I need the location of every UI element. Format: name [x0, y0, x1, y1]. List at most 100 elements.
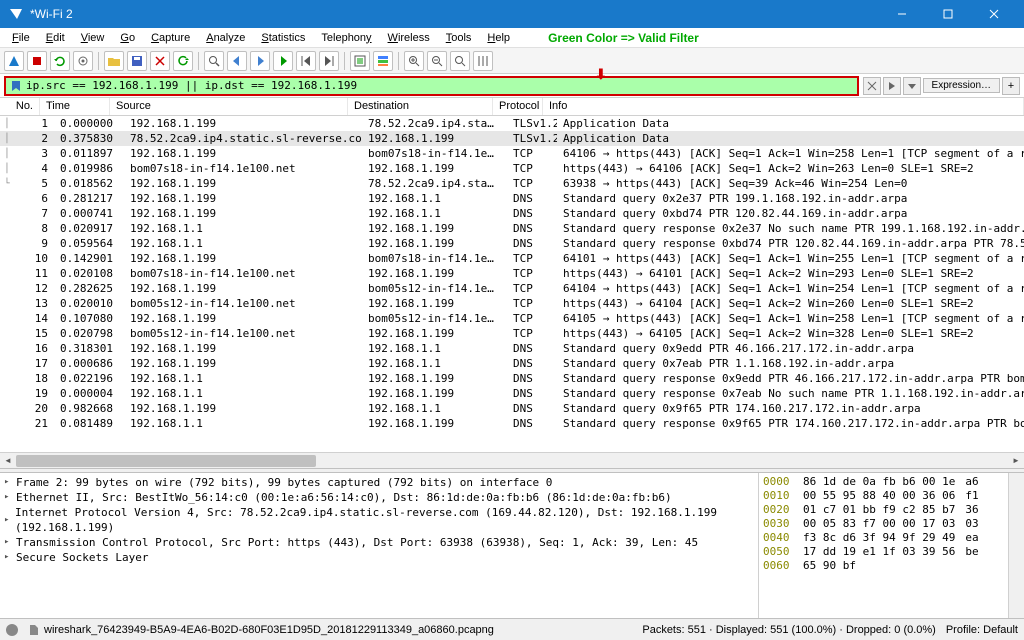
menu-go[interactable]: Go	[112, 30, 143, 46]
packet-row[interactable]: │30.011897192.168.1.199bom07s18-in-f14.1…	[0, 146, 1024, 161]
bookmark-icon[interactable]	[10, 80, 22, 92]
hex-row[interactable]: 0040f3 8c d6 3f 94 9f 29 49ea	[763, 531, 1004, 545]
packet-row[interactable]: 180.022196192.168.1.1192.168.1.199DNSSta…	[0, 371, 1024, 386]
toolbar-zoom-out[interactable]	[427, 51, 447, 71]
header-no[interactable]: No.	[0, 98, 40, 115]
header-info[interactable]: Info	[543, 98, 1024, 115]
file-icon	[28, 624, 40, 636]
menu-file[interactable]: File	[4, 30, 38, 46]
status-profile[interactable]: Profile: Default	[946, 624, 1018, 636]
toolbar-autoscroll[interactable]	[350, 51, 370, 71]
titlebar: *Wi-Fi 2	[0, 0, 1024, 28]
detail-row[interactable]: ▸Internet Protocol Version 4, Src: 78.52…	[4, 505, 754, 535]
filter-dropdown-button[interactable]	[903, 77, 921, 95]
header-protocol[interactable]: Protocol	[493, 98, 543, 115]
packet-row[interactable]: 100.142901192.168.1.199bom07s18-in-f14.1…	[0, 251, 1024, 266]
toolbar-zoom-in[interactable]	[404, 51, 424, 71]
status-filename: wireshark_76423949-B5A9-4EA6-B02D-680F03…	[28, 624, 494, 636]
filter-apply-button[interactable]	[883, 77, 901, 95]
app-icon	[8, 6, 24, 22]
packet-row[interactable]: 190.000004192.168.1.1192.168.1.199DNSSta…	[0, 386, 1024, 401]
maximize-button[interactable]	[926, 0, 970, 28]
packet-row[interactable]: 80.020917192.168.1.1192.168.1.199DNSStan…	[0, 221, 1024, 236]
detail-row[interactable]: ▸Ethernet II, Src: BestItWo_56:14:c0 (00…	[4, 490, 754, 505]
hex-row[interactable]: 006065 90 bf	[763, 559, 1004, 573]
menu-wireless[interactable]: Wireless	[380, 30, 438, 46]
toolbar-close-file[interactable]	[150, 51, 170, 71]
toolbar-next[interactable]	[250, 51, 270, 71]
toolbar-save[interactable]	[127, 51, 147, 71]
detail-row[interactable]: ▸Secure Sockets Layer	[4, 550, 754, 565]
packet-row[interactable]: 140.107080192.168.1.199bom05s12-in-f14.1…	[0, 311, 1024, 326]
toolbar-resize-columns[interactable]	[473, 51, 493, 71]
status-bar: wireshark_76423949-B5A9-4EA6-B02D-680F03…	[0, 618, 1024, 640]
packet-row[interactable]: │40.019986bom07s18-in-f14.1e100.net192.1…	[0, 161, 1024, 176]
toolbar-first[interactable]	[296, 51, 316, 71]
detail-row[interactable]: ▸Frame 2: 99 bytes on wire (792 bits), 9…	[4, 475, 754, 490]
packet-bytes-vscroll[interactable]	[1008, 473, 1024, 618]
packet-row[interactable]: └50.018562192.168.1.19978.52.2ca9.ip4.st…	[0, 176, 1024, 191]
menu-view[interactable]: View	[73, 30, 113, 46]
toolbar-start-capture[interactable]	[4, 51, 24, 71]
packet-row[interactable]: 200.982668192.168.1.199192.168.1.1DNSSta…	[0, 401, 1024, 416]
menu-capture[interactable]: Capture	[143, 30, 198, 46]
packet-row[interactable]: │10.000000192.168.1.19978.52.2ca9.ip4.st…	[0, 116, 1024, 131]
toolbar-colorize[interactable]	[373, 51, 393, 71]
toolbar-find[interactable]	[204, 51, 224, 71]
menu-help[interactable]: Help	[479, 30, 518, 46]
toolbar-options[interactable]	[73, 51, 93, 71]
packet-row[interactable]: 150.020798bom05s12-in-f14.1e100.net192.1…	[0, 326, 1024, 341]
minimize-button[interactable]	[880, 0, 924, 28]
toolbar: ⬇	[0, 48, 1024, 74]
menu-analyze[interactable]: Analyze	[198, 30, 253, 46]
menu-edit[interactable]: Edit	[38, 30, 73, 46]
header-destination[interactable]: Destination	[348, 98, 493, 115]
toolbar-goto[interactable]	[273, 51, 293, 71]
menu-telephony[interactable]: Telephony	[313, 30, 379, 46]
toolbar-prev[interactable]	[227, 51, 247, 71]
toolbar-last[interactable]	[319, 51, 339, 71]
packet-list-hscroll[interactable]: ◄►	[0, 452, 1024, 468]
packet-row[interactable]: 70.000741192.168.1.199192.168.1.1DNSStan…	[0, 206, 1024, 221]
expression-button[interactable]: Expression…	[923, 78, 1000, 93]
packet-row[interactable]: 110.020108bom07s18-in-f14.1e100.net192.1…	[0, 266, 1024, 281]
filter-bar: Expression… +	[0, 74, 1024, 98]
header-time[interactable]: Time	[40, 98, 110, 115]
packet-row[interactable]: 210.081489192.168.1.1192.168.1.199DNSSta…	[0, 416, 1024, 431]
toolbar-zoom-reset[interactable]	[450, 51, 470, 71]
hex-row[interactable]: 002001 c7 01 bb f9 c2 85 b736	[763, 503, 1004, 517]
hex-row[interactable]: 001000 55 95 88 40 00 36 06f1	[763, 489, 1004, 503]
packet-row[interactable]: 160.318301192.168.1.199192.168.1.1DNSSta…	[0, 341, 1024, 356]
detail-row[interactable]: ▸Transmission Control Protocol, Src Port…	[4, 535, 754, 550]
annotation-valid-filter: Green Color => Valid Filter	[548, 31, 699, 45]
header-source[interactable]: Source	[110, 98, 348, 115]
packet-row[interactable]: 60.281217192.168.1.199192.168.1.1DNSStan…	[0, 191, 1024, 206]
display-filter-input[interactable]	[26, 79, 853, 92]
toolbar-reload[interactable]	[173, 51, 193, 71]
annotation-arrow: ⬇	[595, 66, 607, 83]
packet-list[interactable]: │10.000000192.168.1.19978.52.2ca9.ip4.st…	[0, 116, 1024, 452]
packet-row[interactable]: 90.059564192.168.1.1192.168.1.199DNSStan…	[0, 236, 1024, 251]
packet-bytes[interactable]: 000086 1d de 0a fb b6 00 1ea6001000 55 9…	[758, 473, 1008, 618]
toolbar-stop-capture[interactable]	[27, 51, 47, 71]
packet-details[interactable]: ▸Frame 2: 99 bytes on wire (792 bits), 9…	[0, 473, 758, 618]
packet-row[interactable]: 170.000686192.168.1.199192.168.1.1DNSSta…	[0, 356, 1024, 371]
close-button[interactable]	[972, 0, 1016, 28]
status-packets: Packets: 551 · Displayed: 551 (100.0%) ·…	[642, 624, 935, 636]
packet-list-headers: No. Time Source Destination Protocol Inf…	[0, 98, 1024, 116]
filter-clear-button[interactable]	[863, 77, 881, 95]
hex-row[interactable]: 000086 1d de 0a fb b6 00 1ea6	[763, 475, 1004, 489]
hex-row[interactable]: 003000 05 83 f7 00 00 17 0303	[763, 517, 1004, 531]
filter-add-button[interactable]: +	[1002, 77, 1020, 95]
menubar: File Edit View Go Capture Analyze Statis…	[0, 28, 1024, 48]
packet-row[interactable]: 120.282625192.168.1.199bom05s12-in-f14.1…	[0, 281, 1024, 296]
menu-statistics[interactable]: Statistics	[253, 30, 313, 46]
menu-tools[interactable]: Tools	[438, 30, 480, 46]
toolbar-restart-capture[interactable]	[50, 51, 70, 71]
toolbar-open[interactable]	[104, 51, 124, 71]
expert-info-icon[interactable]	[6, 624, 18, 636]
hex-row[interactable]: 005017 dd 19 e1 1f 03 39 56be	[763, 545, 1004, 559]
filter-field-wrap	[4, 76, 859, 96]
packet-row[interactable]: │20.37583078.52.2ca9.ip4.static.sl-rever…	[0, 131, 1024, 146]
packet-row[interactable]: 130.020010bom05s12-in-f14.1e100.net192.1…	[0, 296, 1024, 311]
